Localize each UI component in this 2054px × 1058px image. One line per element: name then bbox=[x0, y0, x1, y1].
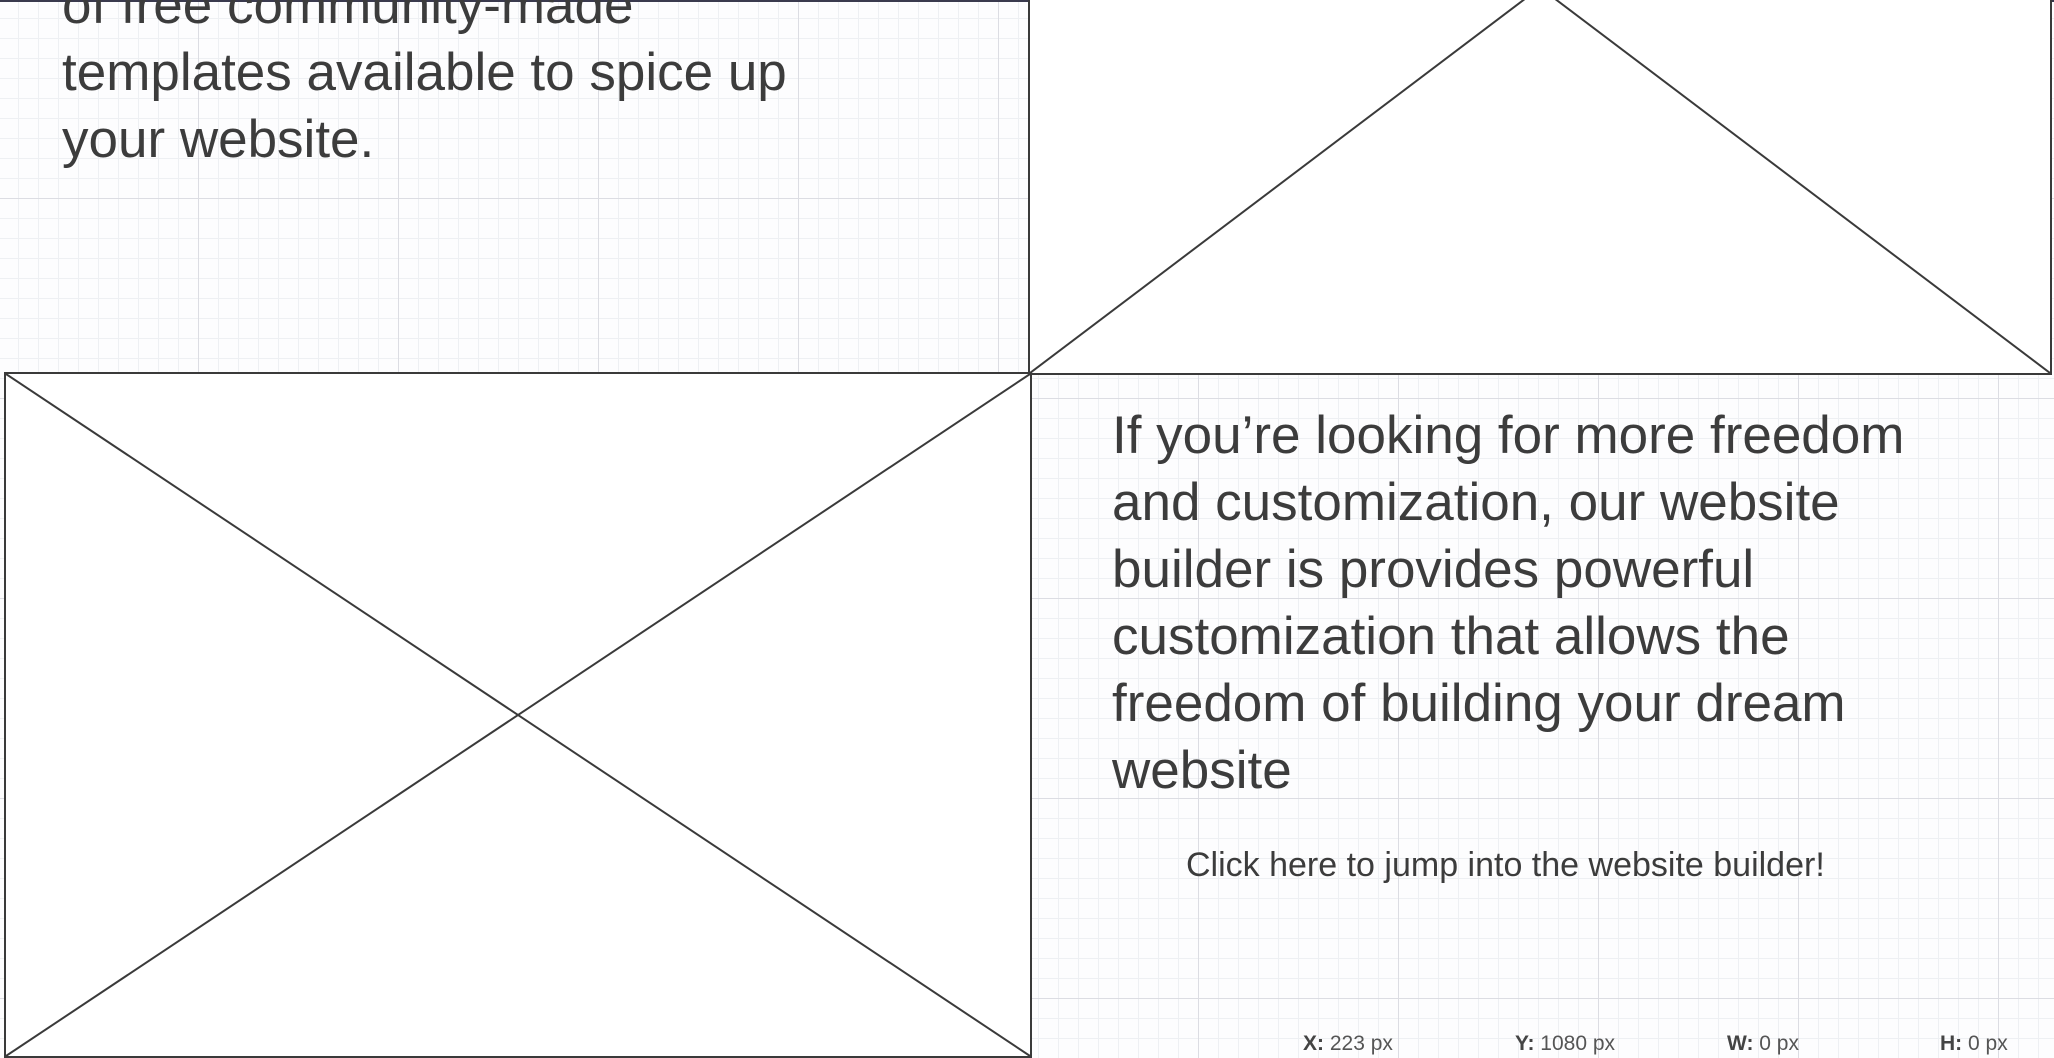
y-readout: Y: 1080 px bbox=[1515, 1032, 1615, 1056]
x-readout: X: 223 px bbox=[1303, 1032, 1393, 1056]
cross-placeholder-icon bbox=[1030, 0, 2050, 373]
w-value: 0 px bbox=[1759, 1032, 1799, 1055]
w-label: W: bbox=[1727, 1032, 1754, 1055]
y-value: 1080 px bbox=[1540, 1032, 1616, 1055]
h-readout: H: 0 px bbox=[1940, 1032, 2008, 1056]
h-value: 0 px bbox=[1968, 1032, 2008, 1055]
website-builder-link[interactable]: Click here to jump into the website buil… bbox=[1186, 846, 1825, 885]
y-label: Y: bbox=[1515, 1032, 1535, 1055]
coordinates-status-bar: X: 223 px Y: 1080 px W: 0 px H: 0 px bbox=[1030, 1028, 2054, 1058]
cross-placeholder-icon bbox=[6, 374, 1030, 1056]
image-placeholder-bottom-left[interactable] bbox=[4, 372, 1032, 1058]
x-label: X: bbox=[1303, 1032, 1324, 1055]
w-readout: W: 0 px bbox=[1727, 1032, 1799, 1056]
x-value: 223 px bbox=[1329, 1032, 1393, 1055]
h-label: H: bbox=[1940, 1032, 1963, 1055]
builder-description-text[interactable]: If you’re looking for more freedom and c… bbox=[1112, 402, 2012, 804]
template-description-text[interactable]: of free community-made templates availab… bbox=[62, 0, 1022, 173]
design-canvas[interactable]: of free community-made templates availab… bbox=[0, 0, 2054, 1058]
image-placeholder-top-right[interactable] bbox=[1028, 0, 2052, 375]
